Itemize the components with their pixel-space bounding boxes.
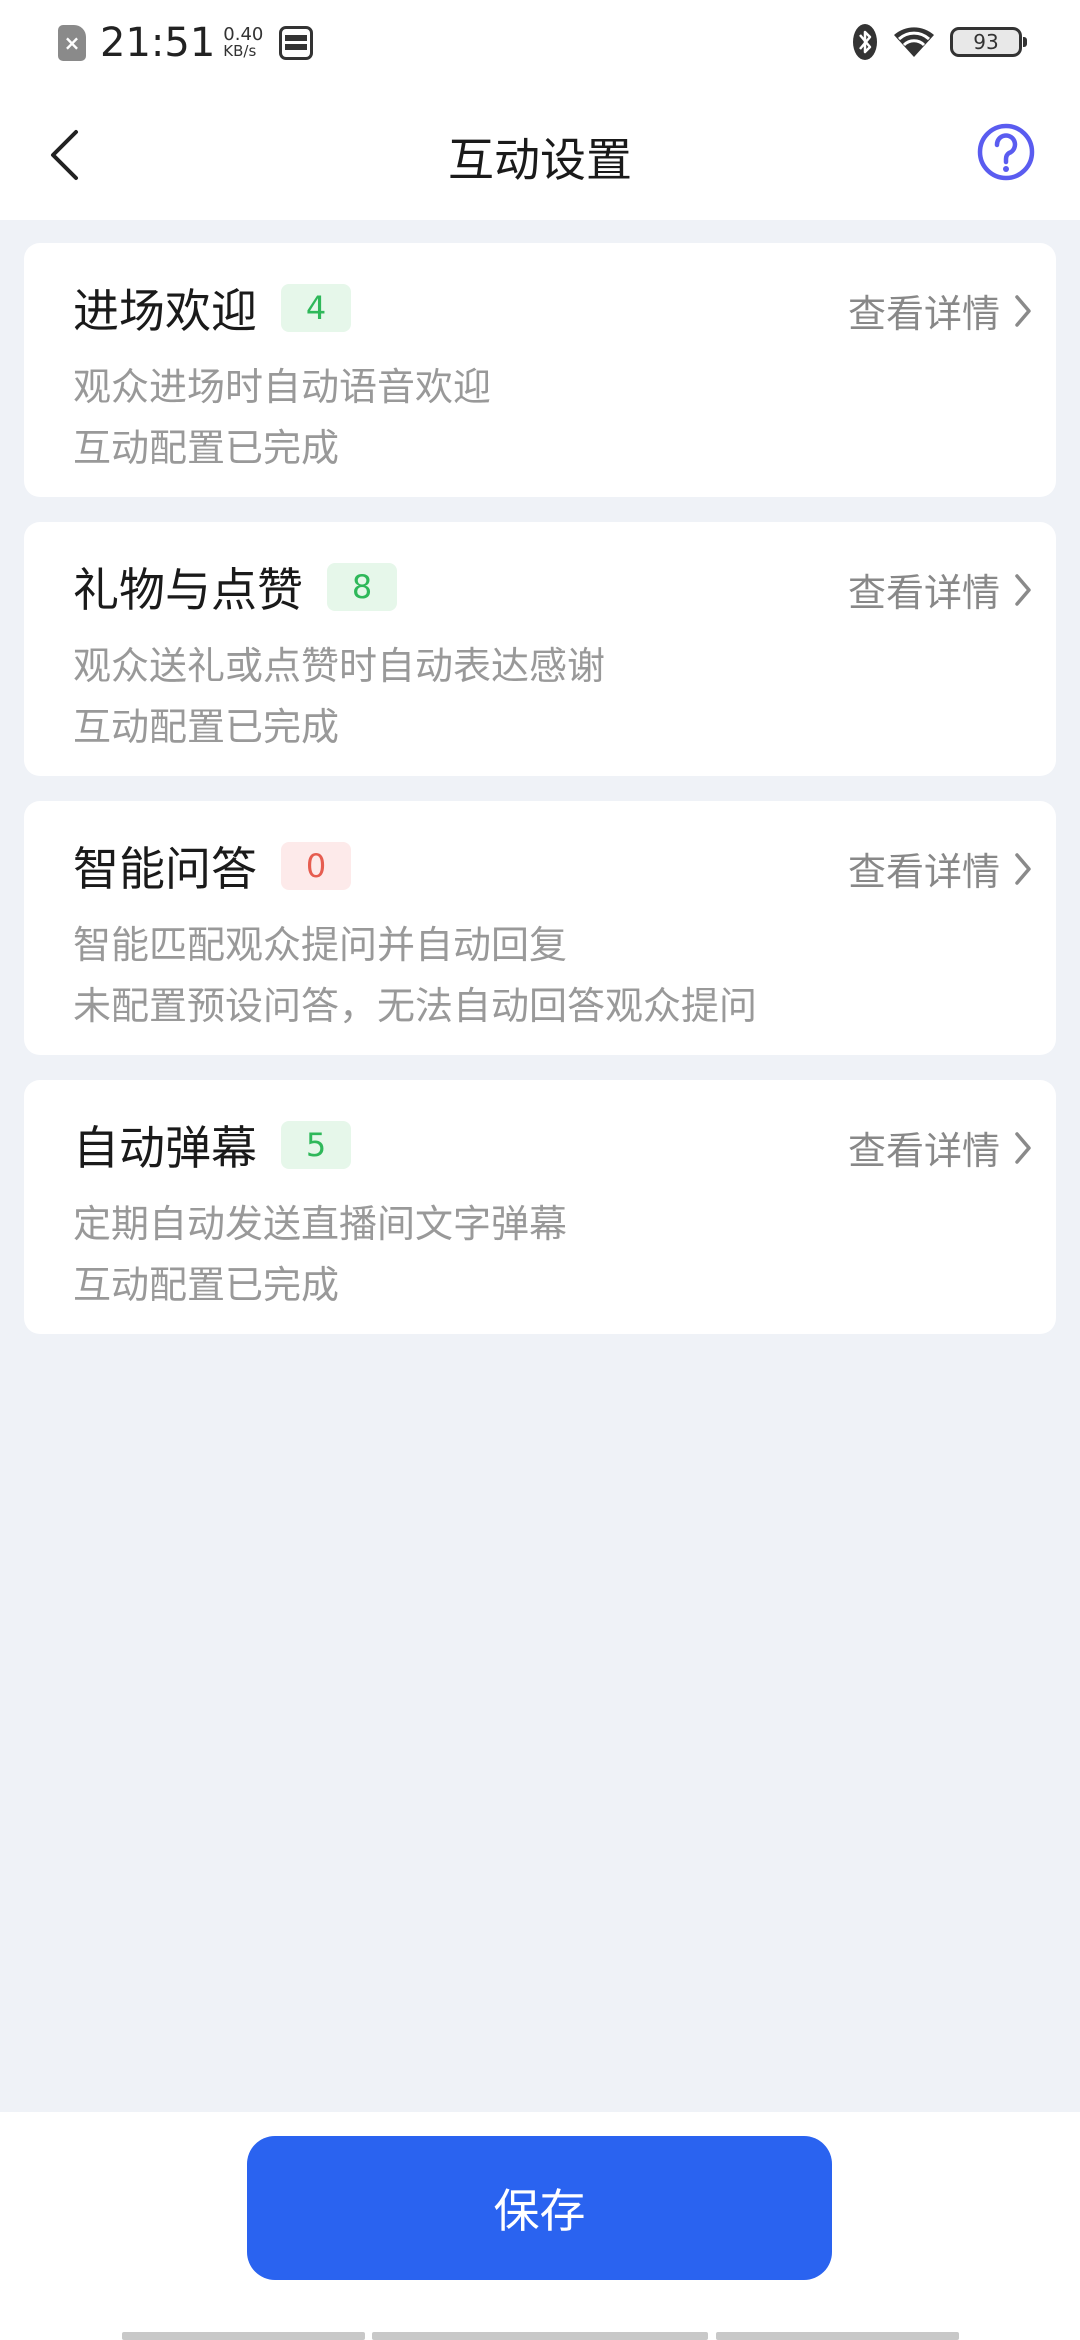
view-details-link[interactable]: 查看详情 xyxy=(848,1120,1032,1175)
card-title-row: 智能问答 0 xyxy=(73,833,351,899)
card-title: 智能问答 xyxy=(73,842,257,896)
card-status: 互动配置已完成 xyxy=(73,1263,340,1307)
view-details-link[interactable]: 查看详情 xyxy=(848,562,1032,617)
count-badge: 0 xyxy=(281,842,351,890)
header: 互动设置 xyxy=(0,84,1080,220)
card-description: 定期自动发送直播间文字弹幕 xyxy=(73,1202,568,1246)
network-speed-unit: KB/s xyxy=(223,42,257,60)
card-status: 互动配置已完成 xyxy=(73,705,340,749)
nav-segment-center[interactable] xyxy=(372,2332,708,2340)
card-description: 智能匹配观众提问并自动回复 xyxy=(73,923,568,967)
navigation-bar xyxy=(0,2332,1080,2340)
chevron-right-icon xyxy=(1015,1131,1031,1164)
card-auto-danmaku[interactable]: 自动弹幕 5 查看详情 定期自动发送直播间文字弹幕 互动配置已完成 xyxy=(24,1080,1056,1334)
chevron-right-icon xyxy=(1015,573,1031,606)
battery-level: 93 xyxy=(973,30,999,54)
view-details-label: 查看详情 xyxy=(847,292,1000,336)
count-badge: 4 xyxy=(281,284,351,332)
view-details-link[interactable]: 查看详情 xyxy=(848,841,1032,896)
count-badge: 8 xyxy=(327,563,397,611)
save-button[interactable]: 保存 xyxy=(247,2136,832,2280)
card-title-row: 自动弹幕 5 xyxy=(73,1112,351,1178)
status-bar-right: 93 xyxy=(852,22,1027,62)
card-title: 礼物与点赞 xyxy=(73,563,303,617)
view-details-link[interactable]: 查看详情 xyxy=(848,283,1032,338)
battery-icon: 93 xyxy=(950,27,1027,57)
view-details-label: 查看详情 xyxy=(847,1129,1000,1173)
card-status: 互动配置已完成 xyxy=(73,426,340,470)
count-badge: 5 xyxy=(281,1121,351,1169)
wifi-icon xyxy=(894,27,934,57)
chevron-right-icon xyxy=(1015,294,1031,327)
network-speed: 0.40 KB/s xyxy=(223,26,263,60)
view-details-label: 查看详情 xyxy=(847,850,1000,894)
card-title-row: 进场欢迎 4 xyxy=(73,275,351,341)
status-bar: × 21:51 0.40 KB/s 93 xyxy=(0,0,1080,84)
card-gifts-likes[interactable]: 礼物与点赞 8 查看详情 观众送礼或点赞时自动表达感谢 互动配置已完成 xyxy=(24,522,1056,776)
card-entry-welcome[interactable]: 进场欢迎 4 查看详情 观众进场时自动语音欢迎 互动配置已完成 xyxy=(24,243,1056,497)
wallet-card-icon xyxy=(279,26,314,60)
no-sim-icon: × xyxy=(58,25,86,61)
card-title: 自动弹幕 xyxy=(73,1121,257,1175)
page-title: 互动设置 xyxy=(448,133,632,187)
chevron-right-icon xyxy=(1015,852,1031,885)
nav-segment-right[interactable] xyxy=(716,2332,959,2340)
status-bar-left: × 21:51 0.40 KB/s xyxy=(58,20,314,66)
card-status: 未配置预设问答，无法自动回答观众提问 xyxy=(73,984,758,1028)
card-title: 进场欢迎 xyxy=(73,284,257,338)
help-icon[interactable] xyxy=(976,122,1036,182)
card-description: 观众进场时自动语音欢迎 xyxy=(73,365,492,409)
bluetooth-icon xyxy=(853,24,877,60)
card-title-row: 礼物与点赞 8 xyxy=(73,554,397,620)
view-details-label: 查看详情 xyxy=(847,571,1000,615)
network-speed-value: 0.40 xyxy=(223,24,264,45)
interaction-list: 进场欢迎 4 查看详情 观众进场时自动语音欢迎 互动配置已完成 礼物与点赞 8 … xyxy=(24,243,1056,1359)
status-time: 21:51 xyxy=(100,20,216,66)
card-smart-qa[interactable]: 智能问答 0 查看详情 智能匹配观众提问并自动回复 未配置预设问答，无法自动回答… xyxy=(24,801,1056,1055)
nav-segment-left[interactable] xyxy=(122,2332,365,2340)
bottom-bar: 保存 xyxy=(0,2112,1080,2340)
card-description: 观众送礼或点赞时自动表达感谢 xyxy=(73,644,606,688)
